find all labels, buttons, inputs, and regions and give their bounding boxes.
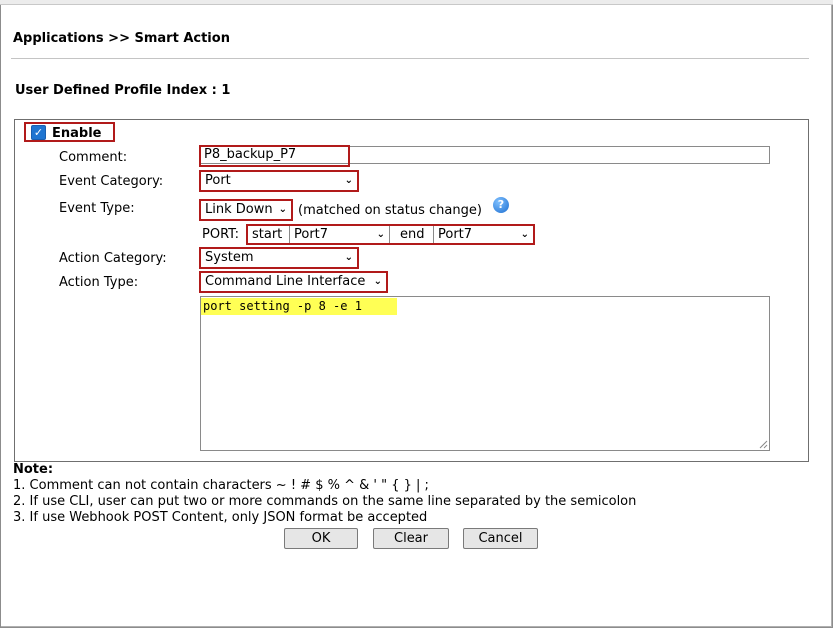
event-category-select[interactable]: Port ⌄	[201, 172, 357, 190]
cli-content: port setting -p 8 -e 1	[201, 298, 397, 315]
action-category-label: Action Category:	[59, 251, 167, 266]
port-end-value: Port7	[438, 227, 473, 242]
chevron-down-icon: ⌄	[373, 276, 382, 287]
cli-textarea[interactable]	[200, 296, 770, 451]
breadcrumb: Applications >> Smart Action	[13, 31, 230, 46]
port-start-label: start	[248, 226, 290, 243]
event-type-value: Link Down	[205, 202, 273, 217]
top-border	[0, 0, 833, 5]
note-item: 2. If use CLI, user can put two or more …	[13, 494, 637, 509]
port-end-select[interactable]: Port7 ⌄	[434, 226, 533, 243]
chevron-down-icon: ⌄	[520, 229, 529, 240]
resize-grip-icon[interactable]	[759, 440, 768, 449]
action-category-value: System	[205, 250, 254, 265]
check-icon: ✓	[33, 126, 44, 139]
port-end-label: end	[390, 226, 434, 243]
help-icon[interactable]: ?	[493, 197, 509, 213]
cancel-button[interactable]: Cancel	[463, 528, 538, 549]
note-item: 1. Comment can not contain characters ~ …	[13, 478, 429, 493]
port-label: PORT:	[202, 227, 240, 242]
action-type-label: Action Type:	[59, 275, 139, 290]
event-category-value: Port	[205, 173, 231, 188]
action-type-select[interactable]: Command Line Interface ⌄	[201, 273, 386, 291]
clear-button[interactable]: Clear	[373, 528, 449, 549]
page-title: User Defined Profile Index : 1	[15, 83, 231, 98]
chevron-down-icon: ⌄	[376, 229, 385, 240]
chevron-down-icon: ⌄	[344, 252, 353, 263]
ok-button[interactable]: OK	[284, 528, 358, 549]
action-category-select[interactable]: System ⌄	[201, 249, 357, 267]
comment-label: Comment:	[59, 150, 128, 165]
divider	[11, 58, 809, 59]
event-type-select[interactable]: Link Down ⌄	[201, 201, 291, 219]
enable-label: Enable	[52, 126, 102, 141]
event-category-label: Event Category:	[59, 174, 164, 189]
chevron-down-icon: ⌄	[344, 175, 353, 186]
action-type-value: Command Line Interface	[205, 274, 366, 289]
chevron-down-icon: ⌄	[278, 204, 287, 215]
port-start-select[interactable]: Port7 ⌄	[290, 226, 390, 243]
port-start-value: Port7	[294, 227, 329, 242]
note-title: Note:	[13, 462, 54, 477]
event-type-label: Event Type:	[59, 201, 135, 216]
comment-highlight	[199, 145, 350, 167]
event-type-note: (matched on status change)	[298, 203, 482, 218]
note-item: 3. If use Webhook POST Content, only JSO…	[13, 510, 428, 525]
enable-checkbox[interactable]: ✓	[31, 125, 46, 140]
